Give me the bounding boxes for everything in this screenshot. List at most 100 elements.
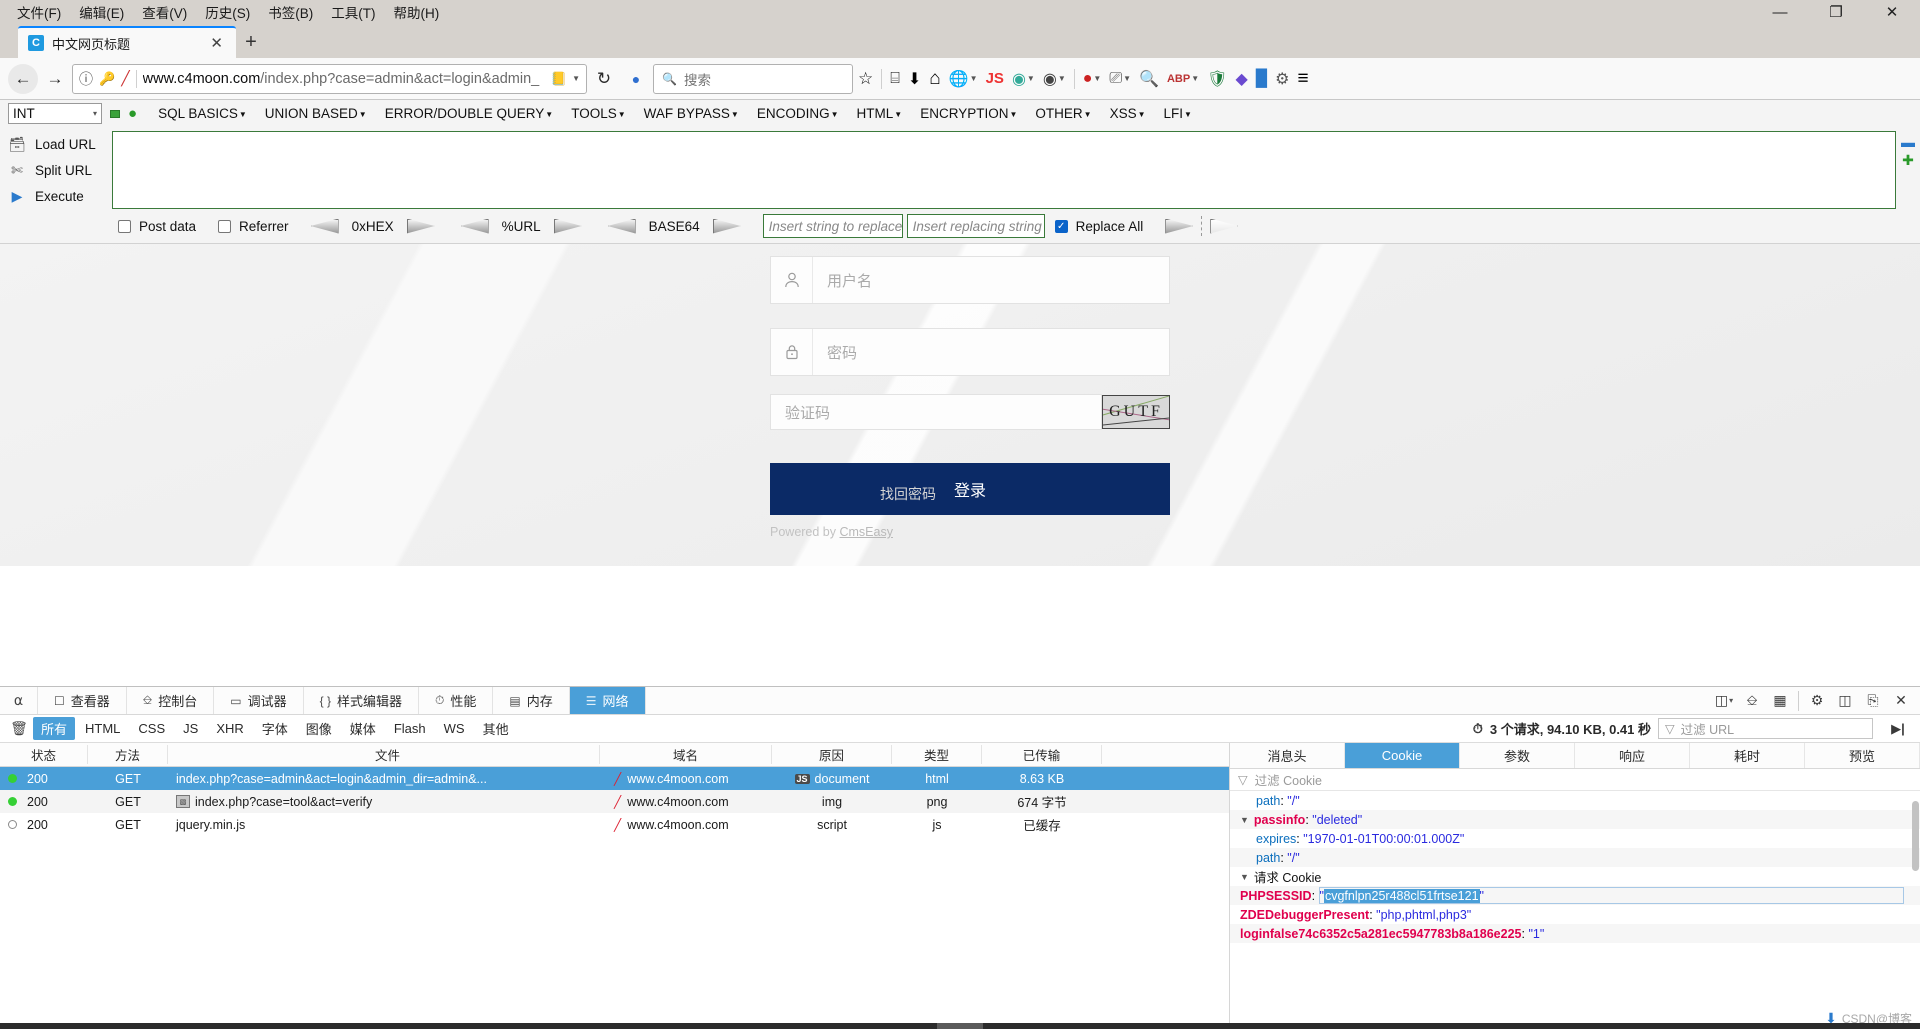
filter-image[interactable]: 图像: [298, 717, 340, 740]
hackbar-status-indicator[interactable]: [110, 109, 120, 118]
tab-inspector[interactable]: ☐ 查看器: [38, 687, 127, 714]
hackbar-menu-encryption[interactable]: ENCRYPTION▼: [911, 106, 1026, 121]
replace-all-checkbox[interactable]: ✓: [1054, 219, 1068, 233]
tab-close-icon[interactable]: ✕: [207, 34, 226, 52]
filter-other[interactable]: 其他: [475, 717, 517, 740]
list-item[interactable]: ▼ passinfo: "deleted": [1230, 810, 1920, 829]
new-tab-button[interactable]: +: [236, 26, 266, 58]
hackbar-pin-icon[interactable]: ●: [128, 105, 137, 122]
hackbar-menu-html[interactable]: HTML▼: [848, 106, 912, 121]
url-encode-arrow-icon[interactable]: [553, 218, 582, 234]
filter-media[interactable]: 媒体: [342, 717, 384, 740]
details-tab-timings[interactable]: 耗时: [1690, 743, 1805, 768]
shield-extension-icon[interactable]: ● ▼: [1080, 64, 1105, 94]
replace-revert-arrow-icon[interactable]: [1210, 218, 1239, 234]
tab-network[interactable]: ☰ 网络: [569, 687, 646, 714]
close-icon[interactable]: ✕: [1864, 0, 1920, 24]
hex-encode-arrow-icon[interactable]: [406, 218, 435, 234]
proxy-extension-icon[interactable]: ABP ▼: [1164, 64, 1202, 94]
forgot-password-link[interactable]: 找回密码: [880, 484, 936, 504]
reader-mode-icon[interactable]: 📒: [551, 71, 567, 87]
hackbar-collapse-icon[interactable]: ▬: [1896, 133, 1920, 151]
menu-view[interactable]: 查看(V): [133, 0, 196, 24]
menu-edit[interactable]: 编辑(E): [70, 0, 133, 24]
hackbar-menu-waf-bypass[interactable]: WAF BYPASS▼: [635, 106, 748, 121]
bookmark-star-icon[interactable]: ☆: [855, 64, 876, 94]
replace-from-input[interactable]: Insert string to replace: [762, 214, 903, 238]
filter-html[interactable]: HTML: [77, 719, 128, 738]
replace-apply-arrow-icon[interactable]: [1165, 218, 1194, 234]
cookie-value-editor[interactable]: " cvgfnlpn25r488cl51frtse121 ": [1318, 887, 1904, 904]
settings-gear-icon[interactable]: ⚙: [1804, 688, 1830, 714]
filter-ws[interactable]: WS: [436, 719, 473, 738]
list-item[interactable]: loginfalse74c6352c5a281ec5947783b8a186e2…: [1230, 924, 1920, 943]
details-tab-headers[interactable]: 消息头: [1230, 743, 1345, 768]
list-item[interactable]: path: "/": [1230, 848, 1920, 867]
column-file[interactable]: 文件: [168, 745, 600, 764]
app-menu-icon[interactable]: ≡: [1294, 64, 1311, 94]
tab-debugger[interactable]: ▭ 调试器: [214, 687, 304, 714]
identity-info-icon[interactable]: ⓘ: [79, 69, 93, 89]
column-reason[interactable]: 原因: [772, 745, 892, 764]
menu-tools[interactable]: 工具(T): [322, 0, 384, 24]
noscript-icon[interactable]: ╱: [121, 70, 129, 87]
login-button[interactable]: 登录: [770, 463, 1170, 515]
list-item[interactable]: ZDEDebuggerPresent: "php,phtml,php3": [1230, 905, 1920, 924]
list-item[interactable]: ▼ 请求 Cookie: [1230, 867, 1920, 886]
filter-font[interactable]: 字体: [254, 717, 296, 740]
saved-login-key-icon[interactable]: 🔑: [99, 71, 115, 87]
details-tab-preview[interactable]: 预览: [1805, 743, 1920, 768]
username-field[interactable]: 用户名: [770, 256, 1170, 304]
filter-css[interactable]: CSS: [130, 719, 173, 738]
hackbar-add-icon[interactable]: ✚: [1896, 151, 1920, 169]
menu-file[interactable]: 文件(F): [8, 0, 70, 24]
extension-globe-icon[interactable]: 🌐 ▼: [946, 64, 981, 94]
list-item[interactable]: PHPSESSID: " cvgfnlpn25r488cl51frtse121 ": [1230, 886, 1920, 905]
chevron-down-icon[interactable]: ▼: [1240, 815, 1249, 825]
chevron-down-icon[interactable]: ▼: [1240, 872, 1249, 882]
list-item[interactable]: path: "/": [1230, 791, 1920, 810]
hackbar-load-url-button[interactable]: 🗃 Load URL: [0, 131, 112, 157]
column-domain[interactable]: 域名: [600, 745, 772, 764]
password-field[interactable]: 密码: [770, 328, 1170, 376]
hackbar-menu-sql-basics[interactable]: SQL BASICS▼: [149, 106, 256, 121]
screenshot-icon[interactable]: ▦: [1767, 688, 1793, 714]
menu-bookmarks[interactable]: 书签(B): [259, 0, 322, 24]
details-tab-params[interactable]: 参数: [1460, 743, 1575, 768]
hackbar-url-textarea[interactable]: [112, 131, 1896, 209]
menu-help[interactable]: 帮助(H): [385, 0, 449, 24]
url-filter-input[interactable]: ▽ 过滤 URL: [1658, 718, 1873, 739]
hex-decode-arrow-icon[interactable]: [310, 218, 339, 234]
tab-performance[interactable]: ⏱ 性能: [419, 687, 494, 714]
dock-side-icon[interactable]: ◫: [1832, 688, 1858, 714]
hackbar-execute-button[interactable]: ▶ Execute: [0, 183, 112, 209]
column-method[interactable]: 方法: [88, 745, 168, 764]
details-tab-response[interactable]: 响应: [1575, 743, 1690, 768]
tab-style-editor[interactable]: { } 样式编辑器: [304, 687, 419, 714]
clear-requests-icon[interactable]: 🗑: [6, 720, 32, 737]
filter-flash[interactable]: Flash: [386, 719, 434, 738]
ghostery-icon[interactable]: ◉ ▼: [1040, 64, 1069, 94]
multi-window-icon[interactable]: ⎚ ▼: [1106, 64, 1134, 94]
filter-xhr[interactable]: XHR: [208, 719, 251, 738]
maximize-icon[interactable]: ❐: [1808, 0, 1864, 24]
post-data-checkbox[interactable]: [118, 219, 131, 233]
dock-window-icon[interactable]: ⎘: [1860, 688, 1886, 714]
list-item[interactable]: expires: "1970-01-01T00:00:01.000Z": [1230, 829, 1920, 848]
tab-console[interactable]: ⎒ 控制台: [127, 687, 215, 714]
cookie-filter-input[interactable]: ▽ 过滤 Cookie: [1230, 769, 1920, 791]
menu-history[interactable]: 历史(S): [196, 0, 259, 24]
filter-all[interactable]: 所有: [33, 717, 76, 740]
hackbar-menu-error-double-query[interactable]: ERROR/DOUBLE QUERY▼: [376, 106, 562, 121]
performance-analysis-icon[interactable]: ⏱: [1473, 721, 1483, 737]
table-row[interactable]: 200 GET index.php?case=admin&act=login&a…: [0, 767, 1229, 790]
hackbar-menu-lfi[interactable]: LFI▼: [1155, 106, 1201, 121]
url-bar[interactable]: ⓘ 🔑 ╱ www.c4moon.com/index.php?case=admi…: [72, 63, 587, 94]
column-transferred[interactable]: 已传输: [982, 745, 1102, 764]
responsive-design-icon[interactable]: ◫ ▾: [1711, 688, 1737, 714]
table-row[interactable]: 200 GET jquery.min.js ╱ www.c4moon.com s…: [0, 813, 1229, 836]
hackbar-mode-select[interactable]: INT ▾: [8, 103, 102, 124]
hackbar-menu-tools[interactable]: TOOLS▼: [562, 106, 634, 121]
reload-icon[interactable]: ↻: [589, 64, 619, 94]
hackbar-split-url-button[interactable]: ✄ Split URL: [0, 157, 112, 183]
